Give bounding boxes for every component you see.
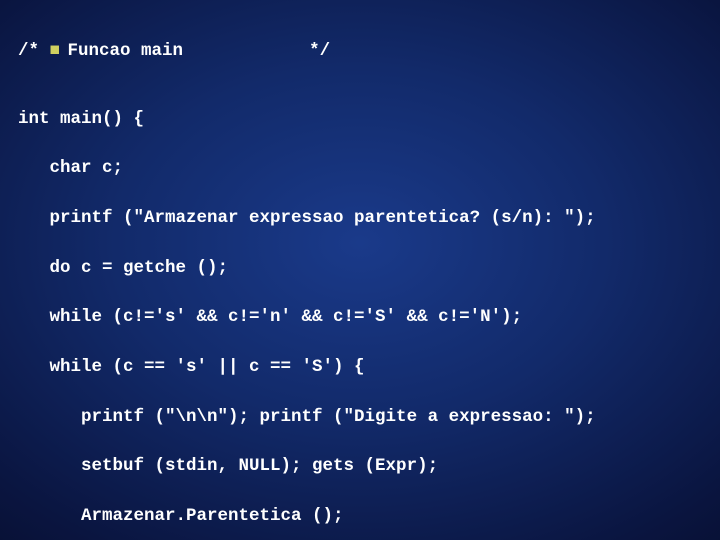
code-line: Armazenar.Parentetica ();: [18, 504, 704, 529]
code-line: int main() {: [18, 107, 704, 132]
code-line: while (c == 's' || c == 'S') {: [18, 355, 704, 380]
title-row: /* ■Funcao main */: [18, 39, 704, 64]
slide-content: /* ■Funcao main */ int main() { char c; …: [0, 0, 720, 540]
title-text: Funcao main: [68, 41, 184, 61]
comment-close: */: [309, 41, 330, 61]
comment-open: /*: [18, 41, 39, 61]
code-line: setbuf (stdin, NULL); gets (Expr);: [18, 454, 704, 479]
code-line: char c;: [18, 156, 704, 181]
code-line: printf ("Armazenar expressao parentetica…: [18, 206, 704, 231]
code-line: while (c!='s' && c!='n' && c!='S' && c!=…: [18, 305, 704, 330]
bullet-icon: ■: [50, 39, 68, 64]
code-line: do c = getche ();: [18, 256, 704, 281]
code-line: printf ("\n\n"); printf ("Digite a expre…: [18, 405, 704, 430]
